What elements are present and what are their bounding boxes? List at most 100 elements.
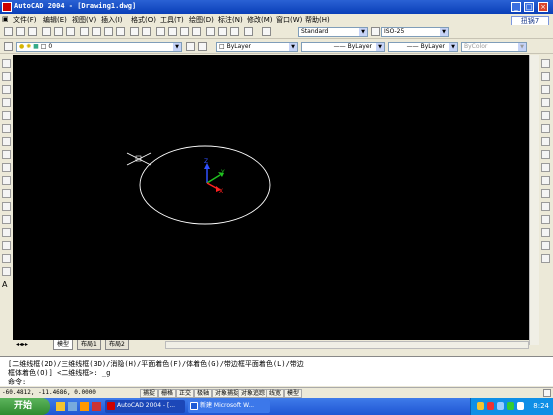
open-icon[interactable] [16, 27, 25, 36]
chevron-down-icon[interactable]: ▼ [376, 43, 384, 51]
save-icon[interactable] [28, 27, 37, 36]
tab-model[interactable]: 模型 [53, 340, 74, 350]
tab-layout1[interactable]: 布局1 [77, 340, 101, 350]
pan-icon[interactable] [156, 27, 165, 36]
text-style-select[interactable]: Standard ▼ [298, 27, 368, 37]
trim-icon[interactable] [541, 176, 550, 185]
grid-toggle[interactable]: 栅格 [158, 389, 177, 398]
lineweight-toggle[interactable]: 线宽 [266, 389, 285, 398]
revision-cloud-icon[interactable] [2, 150, 11, 159]
vertical-scrollbar[interactable] [529, 55, 539, 345]
command-window[interactable]: [二维线框(2D)/三维线框(3D)/消隐(H)/平面着色(F)/体着色(G)/… [0, 356, 553, 386]
arc-icon[interactable] [2, 124, 11, 133]
drawing-canvas[interactable]: Z Y X [13, 55, 529, 340]
zoom-previous-icon[interactable] [192, 27, 201, 36]
chevron-down-icon[interactable]: ▼ [449, 43, 457, 51]
construction-line-icon[interactable] [2, 72, 11, 81]
ellipse-icon[interactable] [2, 176, 11, 185]
quick-launch-desktop-icon[interactable] [68, 402, 77, 411]
extend-icon[interactable] [541, 189, 550, 198]
chevron-down-icon[interactable]: ▼ [359, 28, 367, 36]
text-style-icon[interactable] [262, 27, 271, 36]
menu-modify[interactable]: 修改(M) [247, 15, 273, 25]
zoom-realtime-icon[interactable] [168, 27, 177, 36]
snap-toggle[interactable]: 捕捉 [140, 389, 159, 398]
dim-style-select[interactable]: ISO-25 ▼ [381, 27, 449, 37]
table-icon[interactable] [2, 267, 11, 276]
chevron-down-icon[interactable]: ▼ [289, 43, 297, 51]
model-toggle[interactable]: 模型 [284, 389, 303, 398]
help-icon[interactable] [244, 27, 253, 36]
menu-window[interactable]: 窗口(W) [276, 15, 302, 25]
copy-icon[interactable] [92, 27, 101, 36]
autocad-app-icon[interactable] [2, 2, 12, 12]
explode-icon[interactable] [541, 254, 550, 263]
print-icon[interactable] [42, 27, 51, 36]
rotate-icon[interactable] [541, 137, 550, 146]
publish-icon[interactable] [66, 27, 75, 36]
insert-block-icon[interactable] [2, 202, 11, 211]
undo-icon[interactable] [130, 27, 139, 36]
copy-object-icon[interactable] [541, 72, 550, 81]
cut-icon[interactable] [80, 27, 89, 36]
polar-toggle[interactable]: 极轴 [194, 389, 213, 398]
move-icon[interactable] [541, 124, 550, 133]
design-center-icon[interactable] [218, 27, 227, 36]
make-block-icon[interactable] [2, 215, 11, 224]
properties-icon[interactable] [206, 27, 215, 36]
mirror-icon[interactable] [541, 85, 550, 94]
horizontal-scrollbar[interactable] [165, 341, 529, 349]
quick-launch-ie-icon[interactable] [56, 402, 65, 411]
otrack-toggle[interactable]: 对象追踪 [238, 389, 269, 398]
quick-launch-app-icon[interactable] [92, 402, 101, 411]
menu-help[interactable]: 帮助(H) [305, 15, 330, 25]
new-icon[interactable] [4, 27, 13, 36]
spline-icon[interactable] [2, 163, 11, 172]
break-icon[interactable] [541, 215, 550, 224]
match-properties-icon[interactable] [116, 27, 125, 36]
chevron-down-icon[interactable]: ▼ [440, 28, 448, 36]
dim-style-icon[interactable] [371, 27, 380, 36]
tab-layout2[interactable]: 布局2 [105, 340, 129, 350]
fillet-icon[interactable] [541, 241, 550, 250]
close-button[interactable]: × [538, 2, 548, 12]
redo-icon[interactable] [142, 27, 151, 36]
circle-icon[interactable] [2, 137, 11, 146]
start-button[interactable]: 开始 [0, 398, 50, 415]
zoom-window-icon[interactable] [180, 27, 189, 36]
hatch-icon[interactable] [2, 241, 11, 250]
tab-nav-arrows[interactable]: ◂◂▸▸ [13, 340, 31, 350]
doc-icon[interactable]: ▣ [2, 15, 9, 23]
coordinate-readout[interactable]: -60.4812, -11.4686, 0.0000 [2, 389, 96, 396]
menu-insert[interactable]: 插入(I) [101, 15, 123, 25]
ellipse-arc-icon[interactable] [2, 189, 11, 198]
multiline-text-icon[interactable]: A [2, 280, 11, 289]
stretch-icon[interactable] [541, 163, 550, 172]
region-icon[interactable] [2, 254, 11, 263]
minimize-button[interactable]: _ [511, 2, 521, 12]
chevron-down-icon[interactable]: ▼ [173, 43, 181, 51]
menu-file[interactable]: 文件(F) [13, 15, 37, 25]
command-prompt[interactable]: 命令: [8, 377, 26, 387]
array-icon[interactable] [541, 111, 550, 120]
tool-palettes-icon[interactable] [230, 27, 239, 36]
color-select[interactable]: □ ByLayer ▼ [216, 42, 298, 52]
menu-tools[interactable]: 工具(T) [160, 15, 184, 25]
menu-format[interactable]: 格式(O) [131, 15, 156, 25]
line-icon[interactable] [2, 59, 11, 68]
menu-draw[interactable]: 绘图(D) [189, 15, 214, 25]
preview-icon[interactable] [54, 27, 63, 36]
menu-edit[interactable]: 编辑(E) [43, 15, 67, 25]
volume-icon[interactable] [497, 402, 504, 410]
polygon-icon[interactable] [2, 98, 11, 107]
offset-icon[interactable] [541, 98, 550, 107]
layer-previous-icon[interactable] [198, 42, 207, 51]
make-layer-current-icon[interactable] [186, 42, 195, 51]
tray-app-icon[interactable] [517, 402, 524, 410]
layer-select[interactable]: ● ✺ ■ □ 0 ▼ [16, 42, 182, 52]
lineweight-select[interactable]: —— ByLayer ▼ [388, 42, 458, 52]
ortho-toggle[interactable]: 正交 [176, 389, 195, 398]
antivirus-icon[interactable] [487, 402, 494, 410]
ime-icon[interactable] [507, 402, 514, 410]
break-at-point-icon[interactable] [541, 202, 550, 211]
